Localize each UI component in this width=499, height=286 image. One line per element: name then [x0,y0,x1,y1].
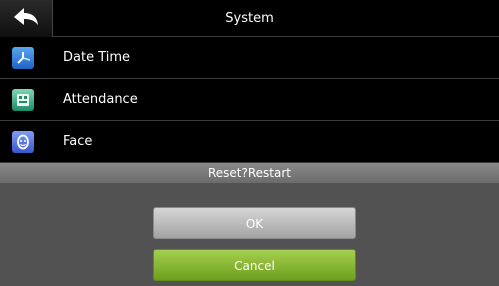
header-bar: System [0,0,499,37]
dialog-title: Reset?Restart [0,163,499,183]
menu-item-attendance[interactable]: Attendance [0,79,499,121]
cancel-button[interactable]: Cancel [153,249,356,281]
system-menu-list: Date Time Attendance Face [0,37,499,163]
menu-item-date-time[interactable]: Date Time [0,37,499,79]
date-time-icon [12,46,34,69]
menu-item-face[interactable]: Face [0,121,499,163]
menu-item-label: Date Time [63,50,131,65]
page-title: System [225,11,274,26]
menu-item-label: Attendance [63,92,138,107]
face-icon [12,130,34,153]
reset-restart-dialog: Reset?Restart OK Cancel [0,163,499,286]
attendance-icon [12,88,34,111]
menu-item-label: Face [63,134,93,149]
ok-button[interactable]: OK [153,207,356,239]
